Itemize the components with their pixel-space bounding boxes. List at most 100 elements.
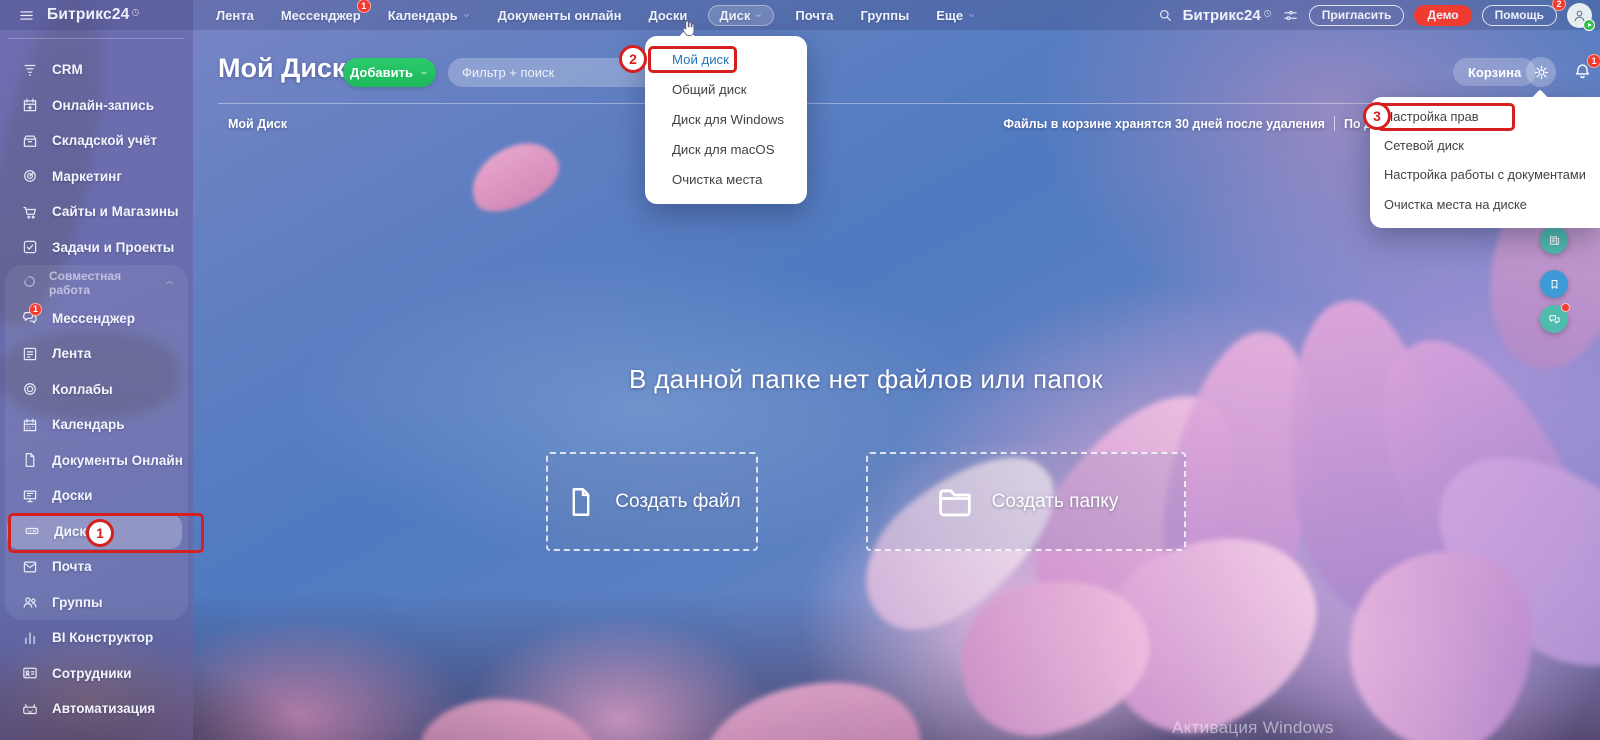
- add-button[interactable]: Добавить: [343, 58, 436, 87]
- bookmark-icon: [1547, 277, 1562, 292]
- sidebar-item[interactable]: Сайты и Магазины: [0, 194, 193, 230]
- annotation-step-1: 1: [86, 519, 114, 547]
- sidebar-item[interactable]: Маркетинг: [0, 159, 193, 195]
- nav-item-label: Группы: [861, 8, 910, 23]
- topbar-right: Битрикс24 Пригласить Демо Помощь 2: [1157, 0, 1592, 30]
- brand-logo[interactable]: Битрикс24: [1183, 7, 1272, 24]
- sidebar-section-collab: Мессенджер1Лента Коллабы Календарь Документ…: [5, 301, 188, 621]
- menu-item[interactable]: Общий диск: [645, 75, 807, 105]
- menu-item[interactable]: Диск для macOS: [645, 134, 807, 164]
- burger-menu-icon[interactable]: [18, 7, 35, 24]
- target-icon: [21, 167, 39, 185]
- nav-item[interactable]: Лента: [216, 8, 254, 23]
- sidebar-item[interactable]: Лента: [5, 336, 188, 372]
- clock-icon: [131, 8, 140, 17]
- sidebar-item[interactable]: Доски: [5, 478, 188, 514]
- nav-item[interactable]: Доски: [648, 8, 687, 23]
- floating-bookmark-button[interactable]: [1540, 270, 1568, 298]
- annotation-box-step3: [1377, 103, 1515, 131]
- toolbar-right: Файлы в корзине хранятся 30 дней после у…: [1003, 116, 1392, 131]
- sidebar-item[interactable]: CRM: [0, 52, 193, 88]
- sidebar-item-label: BI Конструктор: [52, 630, 153, 645]
- annotation-step-3: 3: [1363, 102, 1391, 130]
- trash-button[interactable]: Корзина: [1453, 58, 1536, 86]
- sidebar-group-collab: Совместная работа Мессенджер1Лента Коллаб…: [5, 265, 188, 620]
- chev-down-icon: [967, 11, 976, 20]
- sidebar-item-label: Документы Онлайн: [52, 453, 183, 468]
- settings-gear-button[interactable]: [1526, 57, 1556, 87]
- sidebar-item-label: CRM: [52, 62, 83, 77]
- nav-item[interactable]: Еще: [936, 8, 976, 23]
- sidebar-item[interactable]: Почта: [5, 549, 188, 585]
- nav-item[interactable]: Документы онлайн: [498, 8, 622, 23]
- folder-icon: [934, 481, 976, 523]
- nav-item[interactable]: Мессенджер1: [281, 8, 361, 23]
- sidebar-item[interactable]: BI Конструктор: [0, 620, 193, 656]
- chevron-down-icon: [419, 68, 429, 78]
- sidebar-item[interactable]: Сотрудники: [0, 656, 193, 692]
- notification-badge: 1: [357, 0, 371, 13]
- sidebar-item[interactable]: Онлайн-запись: [0, 88, 193, 124]
- id-card-icon: [21, 664, 39, 682]
- create-file-tile[interactable]: Создать файл: [546, 452, 758, 551]
- menu-item[interactable]: Настройка работы с документами: [1370, 160, 1600, 189]
- sidebar: CRM Онлайн-записьСкладской учётМаркетинг С…: [0, 0, 193, 740]
- check-square-icon: [21, 238, 39, 256]
- menu-item[interactable]: Очистка места на диске: [1370, 190, 1600, 219]
- floating-news-button[interactable]: [1540, 226, 1568, 254]
- background-petal: [414, 688, 606, 740]
- sidebar-item[interactable]: Документы Онлайн: [5, 443, 188, 479]
- search-icon[interactable]: [1157, 7, 1173, 23]
- app-logo[interactable]: Битрикс24: [47, 6, 140, 24]
- sidebar-item-label: Сайты и Магазины: [52, 204, 179, 219]
- sliders-icon: [1282, 7, 1299, 24]
- sliders-icon[interactable]: [1282, 7, 1299, 24]
- create-folder-tile[interactable]: Создать папку: [866, 452, 1186, 551]
- chev-up-icon: [163, 276, 176, 289]
- empty-folder-message: В данной папке нет файлов или папок: [416, 364, 1316, 395]
- divider: [1334, 116, 1335, 131]
- topbar-nav: Лента Мессенджер1 Календарь Документы онлай…: [216, 0, 976, 30]
- sidebar-item[interactable]: Задачи и Проекты: [0, 230, 193, 266]
- trash-note: Файлы в корзине хранятся 30 дней после у…: [1003, 117, 1325, 131]
- invite-button[interactable]: Пригласить: [1309, 5, 1405, 26]
- nav-item[interactable]: Группы: [861, 8, 910, 23]
- add-button-label: Добавить: [350, 65, 413, 80]
- sidebar-group-header[interactable]: Совместная работа: [5, 265, 188, 301]
- sidebar-item[interactable]: Коллабы: [5, 372, 188, 408]
- file-icon: [563, 484, 599, 520]
- nav-item[interactable]: Календарь: [388, 8, 471, 23]
- nav-item[interactable]: Диск: [708, 5, 774, 26]
- robot-icon: [21, 700, 39, 718]
- chevron-up-icon[interactable]: [163, 276, 176, 289]
- sidebar-item-label: Группы: [52, 595, 103, 610]
- sidebar-item-label: Почта: [52, 559, 92, 574]
- sidebar-section-main: CRM Онлайн-записьСкладской учётМаркетинг С…: [0, 52, 193, 265]
- nav-item[interactable]: Почта: [795, 8, 833, 23]
- sidebar-item[interactable]: Группы: [5, 585, 188, 621]
- breadcrumb[interactable]: Мой Диск: [228, 117, 287, 131]
- brand-logo-text: Битрикс24: [1183, 7, 1261, 24]
- demo-button[interactable]: Демо: [1414, 5, 1471, 26]
- notifications-bell-button[interactable]: 1: [1572, 61, 1593, 82]
- menu-item[interactable]: Сетевой диск: [1370, 131, 1600, 160]
- sidebar-item-label: Коллабы: [52, 382, 113, 397]
- bitrix24-drive-screen: CRM Онлайн-записьСкладской учётМаркетинг С…: [0, 0, 1600, 740]
- sidebar-group-label: Совместная работа: [49, 269, 152, 297]
- funnel-icon: [21, 61, 39, 79]
- sidebar-section-extra: BI Конструктор СотрудникиАвтоматизация: [0, 620, 193, 727]
- rings-icon: [21, 380, 39, 398]
- sidebar-item[interactable]: Мессенджер1: [5, 301, 188, 337]
- floating-chat2-button[interactable]: [1540, 305, 1568, 333]
- clock-icon: [1263, 9, 1272, 18]
- nav-item-label: Календарь: [388, 8, 458, 23]
- create-file-label: Создать файл: [615, 491, 740, 513]
- background-petal: [691, 667, 928, 740]
- menu-item[interactable]: Очистка места: [645, 164, 807, 194]
- sidebar-item[interactable]: Автоматизация: [0, 691, 193, 727]
- sidebar-item[interactable]: Складской учёт: [0, 123, 193, 159]
- avatar[interactable]: [1567, 3, 1592, 28]
- help-button[interactable]: Помощь 2: [1482, 5, 1557, 26]
- menu-item[interactable]: Диск для Windows: [645, 105, 807, 135]
- sidebar-item[interactable]: Календарь: [5, 407, 188, 443]
